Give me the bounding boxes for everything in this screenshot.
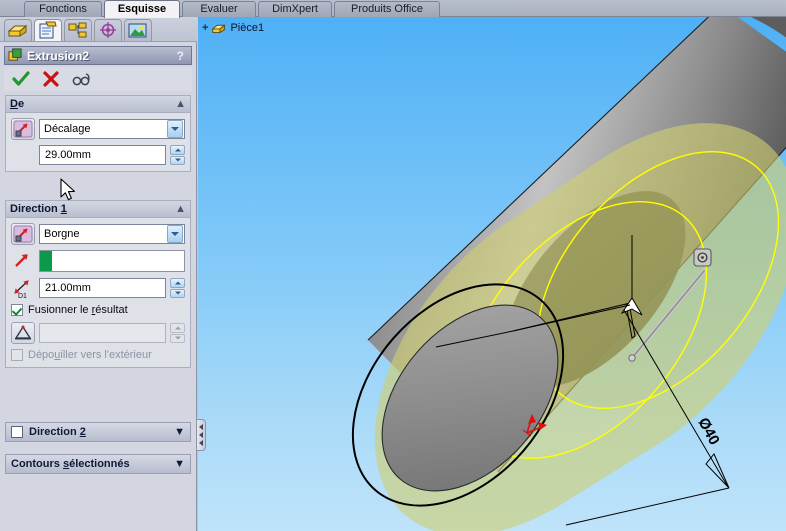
feature-tree-item-piece1[interactable]: + Pièce1 bbox=[202, 21, 264, 35]
group-direction1: Direction 1 ▲ Borgne D1 21.00mm Fusionne… bbox=[5, 200, 191, 368]
merge-result-checkbox[interactable] bbox=[11, 304, 23, 316]
selection-color-swatch bbox=[40, 251, 52, 271]
group-direction1-header[interactable]: Direction 1 ▲ bbox=[6, 201, 190, 218]
left-panel: Extrusion2 ? De ▲ Décalage 29.00mm Direc… bbox=[0, 17, 197, 531]
depth-d1-icon: D1 bbox=[11, 277, 35, 299]
merge-result-label: Fusionner le résultat bbox=[28, 304, 128, 316]
offset-stepper-up[interactable] bbox=[170, 145, 185, 155]
direction2-checkbox[interactable] bbox=[11, 426, 23, 438]
tree-expander-icon[interactable]: + bbox=[202, 22, 208, 34]
group-from-header[interactable]: De ▲ bbox=[6, 96, 190, 113]
part-icon bbox=[211, 21, 227, 35]
splitter-arrow-icon bbox=[199, 424, 203, 430]
yellow-block-icon bbox=[5, 20, 31, 40]
draft-outward-row[interactable]: Dépouiller vers l'extérieur bbox=[11, 349, 185, 361]
configuration-icon bbox=[65, 20, 91, 40]
start-condition-icon[interactable] bbox=[11, 118, 35, 140]
eyeglasses-icon[interactable] bbox=[72, 70, 90, 88]
group-direction1-title: Direction 1 bbox=[10, 203, 67, 215]
start-condition-value: Décalage bbox=[44, 123, 91, 135]
offset-distance-input[interactable]: 29.00mm bbox=[39, 145, 166, 165]
group-selected-contours-header[interactable]: Contours sélectionnés ▼ bbox=[5, 454, 191, 474]
draft-outward-checkbox[interactable] bbox=[11, 349, 23, 361]
flip-direction-icon[interactable] bbox=[11, 250, 35, 272]
depth-input[interactable]: 21.00mm bbox=[39, 278, 166, 298]
end-condition-select[interactable]: Borgne bbox=[39, 224, 185, 244]
offset-stepper-down[interactable] bbox=[170, 155, 185, 165]
dimxpert-manager-tab[interactable] bbox=[94, 19, 122, 41]
tab-evaluer[interactable]: Evaluer bbox=[182, 1, 256, 17]
diameter-dimension-label: Ø40 bbox=[694, 415, 722, 448]
group-direction2-header[interactable]: Direction 2 ▼ bbox=[5, 422, 191, 442]
chevron-down-icon[interactable] bbox=[167, 225, 183, 243]
command-manager-tabstrip: Fonctions Esquisse Evaluer DimXpert Prod… bbox=[0, 0, 786, 18]
chevron-down-icon[interactable]: ▼ bbox=[174, 426, 185, 438]
configuration-manager-tab[interactable] bbox=[64, 19, 92, 41]
property-manager-header: Extrusion2 ? bbox=[4, 46, 192, 65]
clipboard-icon bbox=[35, 20, 61, 40]
depth-stepper-up[interactable] bbox=[170, 278, 185, 288]
group-from-title: De bbox=[10, 98, 25, 110]
ok-button[interactable] bbox=[12, 70, 30, 88]
end-condition-icon[interactable] bbox=[11, 223, 35, 245]
draft-angle-stepper[interactable] bbox=[170, 323, 185, 343]
graphics-viewport[interactable]: + Pièce1 Ø40 bbox=[198, 17, 786, 531]
mouse-cursor bbox=[60, 178, 77, 203]
chevron-down-icon[interactable] bbox=[167, 120, 183, 138]
offset-distance-stepper[interactable] bbox=[170, 145, 185, 165]
panel-splitter-handle[interactable] bbox=[196, 419, 206, 451]
tree-item-label: Pièce1 bbox=[230, 22, 265, 34]
solidworks-window: Fonctions Esquisse Evaluer DimXpert Prod… bbox=[0, 0, 786, 531]
splitter-arrow-icon bbox=[199, 440, 203, 446]
target-icon bbox=[95, 20, 121, 40]
group-direction2-title: Direction 2 bbox=[29, 426, 86, 438]
picture-icon bbox=[125, 20, 151, 40]
tab-produits-office[interactable]: Produits Office bbox=[334, 1, 440, 17]
group-selected-contours-title: Contours sélectionnés bbox=[11, 458, 130, 470]
extrude-boss-icon bbox=[8, 48, 23, 63]
property-manager-tab[interactable] bbox=[34, 19, 62, 41]
start-condition-select[interactable]: Décalage bbox=[39, 119, 185, 139]
depth-stepper[interactable] bbox=[170, 278, 185, 298]
depth-stepper-down[interactable] bbox=[170, 288, 185, 298]
group-from-body: Décalage 29.00mm bbox=[6, 113, 190, 171]
cad-model-scene[interactable]: Ø40 bbox=[198, 17, 786, 531]
chevron-up-icon[interactable]: ▲ bbox=[175, 98, 186, 110]
help-button[interactable]: ? bbox=[177, 49, 188, 63]
manager-tab-bar bbox=[0, 17, 197, 42]
chevron-up-icon[interactable]: ▲ bbox=[175, 203, 186, 215]
draft-angle-input[interactable] bbox=[39, 323, 166, 343]
merge-result-row[interactable]: Fusionner le résultat bbox=[11, 304, 185, 316]
cancel-button[interactable] bbox=[42, 70, 60, 88]
splitter-arrow-icon bbox=[199, 432, 203, 438]
draft-stepper-down[interactable] bbox=[170, 333, 185, 343]
draft-stepper-up[interactable] bbox=[170, 323, 185, 333]
tab-dimxpert[interactable]: DimXpert bbox=[258, 1, 332, 17]
group-direction1-body: Borgne D1 21.00mm Fusionner le résultat … bbox=[6, 218, 190, 367]
display-manager-tab[interactable] bbox=[124, 19, 152, 41]
tab-fonctions[interactable]: Fonctions bbox=[24, 1, 102, 17]
tab-esquisse[interactable]: Esquisse bbox=[104, 0, 180, 18]
group-from: De ▲ Décalage 29.00mm bbox=[5, 95, 191, 172]
draft-outward-label: Dépouiller vers l'extérieur bbox=[28, 349, 152, 361]
feature-manager-tab[interactable] bbox=[4, 19, 32, 41]
direction-of-extrusion-selection[interactable] bbox=[39, 250, 185, 272]
end-condition-value: Borgne bbox=[44, 228, 80, 240]
svg-text:D1: D1 bbox=[18, 293, 27, 299]
chevron-down-icon[interactable]: ▼ bbox=[174, 458, 185, 470]
page-title: Extrusion2 bbox=[27, 48, 90, 63]
property-manager-actions bbox=[4, 67, 192, 91]
draft-angle-icon[interactable] bbox=[11, 322, 35, 344]
